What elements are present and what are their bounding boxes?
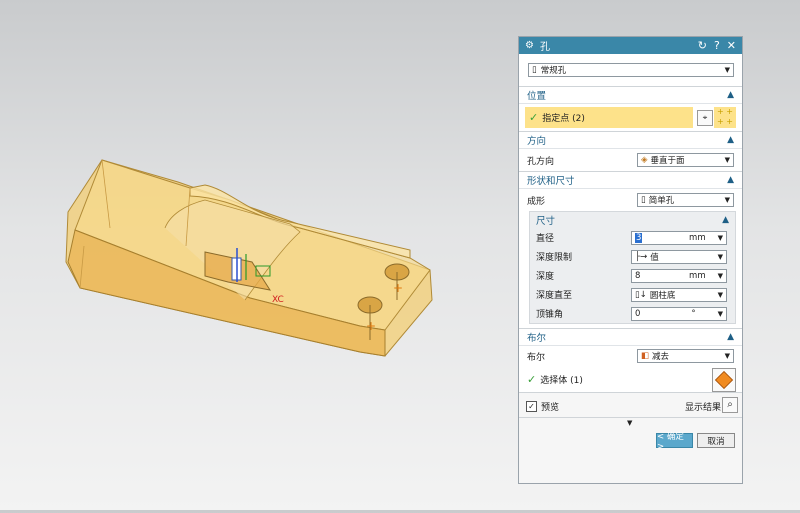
- gear-icon[interactable]: ⚙: [525, 40, 534, 51]
- cancel-button[interactable]: 取消: [697, 433, 735, 448]
- boolean-section: 布尔 ▲ 布尔 ◧ 减去 ▼ ✓ 选择体 (1): [519, 329, 742, 393]
- chevron-down-icon: ▼: [724, 156, 730, 164]
- position-header[interactable]: 位置 ▲: [519, 87, 742, 104]
- close-icon[interactable]: ✕: [727, 39, 736, 52]
- shape-section: 形状和尺寸 ▲ 成形 ▯ 简单孔 ▼ 尺寸 ▲ 直径 3 mm ▼ 深度限制 ├…: [519, 172, 742, 329]
- depth-limit-select[interactable]: ├→ 值 ▼: [631, 250, 727, 264]
- point-dialog-icon[interactable]: ⌖: [697, 110, 713, 126]
- svg-text:+: +: [393, 281, 403, 295]
- help-icon[interactable]: ?: [714, 39, 720, 52]
- subtract-icon: ◧: [641, 351, 650, 361]
- part-model[interactable]: + + XC: [0, 0, 518, 510]
- dialog-title: 孔: [539, 42, 550, 53]
- direction-header[interactable]: 方向 ▲: [519, 132, 742, 149]
- hole-type-icon: ▯: [532, 65, 537, 75]
- preview-checkbox[interactable]: ✓: [526, 401, 537, 412]
- cylinder-bottom-icon: ▯↓: [635, 290, 647, 300]
- check-icon: ✓: [527, 372, 537, 386]
- collapse-icon[interactable]: ▲: [727, 332, 734, 342]
- boolean-header[interactable]: 布尔 ▲: [519, 329, 742, 346]
- check-icon: ✓: [529, 111, 539, 124]
- chevron-down-icon[interactable]: ▼: [718, 234, 723, 242]
- chevron-down-icon: ▼: [724, 352, 730, 360]
- hole-type-select[interactable]: ▯ 常规孔 ▼: [528, 63, 734, 77]
- collapse-icon[interactable]: ▲: [727, 90, 734, 100]
- diameter-input[interactable]: 3 mm ▼: [631, 231, 727, 245]
- collapse-icon[interactable]: ▲: [722, 215, 729, 225]
- select-body-label[interactable]: 选择体 (1): [540, 373, 734, 386]
- hole-direction-select[interactable]: ◈ 垂直于面 ▼: [637, 153, 734, 167]
- dialog-titlebar: ⚙ 孔 ↻ ? ✕: [519, 37, 742, 54]
- depth-to-select[interactable]: ▯↓ 圆柱底 ▼: [631, 288, 727, 302]
- dimensions-subsection: 尺寸 ▲ 直径 3 mm ▼ 深度限制 ├→ 值 ▼ 深度 8 mm ▼ 深度直…: [529, 211, 736, 324]
- form-select[interactable]: ▯ 简单孔 ▼: [637, 193, 734, 207]
- chevron-down-icon: ▼: [724, 196, 730, 204]
- depth-input[interactable]: 8 mm ▼: [631, 269, 727, 283]
- svg-text:+: +: [366, 319, 376, 333]
- axis-xc-label: XC: [272, 295, 284, 305]
- tip-angle-input[interactable]: 0 ° ▼: [631, 307, 727, 321]
- chevron-down-icon: ▼: [724, 66, 730, 74]
- shape-header[interactable]: 形状和尺寸 ▲: [519, 172, 742, 189]
- specify-point-row[interactable]: ✓ 指定点 (2): [525, 107, 693, 128]
- face-normal-icon: ◈: [641, 155, 648, 165]
- hole-dialog: ⚙ 孔 ↻ ? ✕ ▯ 常规孔 ▼ 位置 ▲ ✓ 指定点 (2) ⌖ + + + …: [518, 36, 743, 484]
- reset-icon[interactable]: ↻: [698, 39, 707, 52]
- boolean-select[interactable]: ◧ 减去 ▼: [637, 349, 734, 363]
- magnifier-icon: ⌕: [727, 399, 733, 410]
- chevron-down-icon: ▼: [717, 291, 723, 299]
- collapse-icon[interactable]: ▲: [727, 175, 734, 185]
- point-inferred-icon[interactable]: + + + +: [714, 107, 736, 128]
- position-section: 位置 ▲ ✓ 指定点 (2) ⌖ + + + +: [519, 87, 742, 132]
- more-options-icon[interactable]: ▼: [627, 419, 632, 427]
- collapse-icon[interactable]: ▲: [727, 135, 734, 145]
- chevron-down-icon: ▼: [717, 253, 723, 261]
- ok-button[interactable]: < 确定 >: [656, 432, 693, 452]
- solid-body-icon: [714, 370, 734, 390]
- select-body-button[interactable]: [712, 368, 736, 392]
- show-result-label: 显示结果: [685, 403, 722, 413]
- value-limit-icon: ├→: [635, 252, 648, 262]
- show-result-button[interactable]: ⌕: [722, 397, 738, 413]
- simple-hole-icon: ▯: [641, 195, 646, 205]
- chevron-down-icon[interactable]: ▼: [718, 272, 723, 280]
- graphics-viewport[interactable]: + + XC: [0, 0, 518, 510]
- dimensions-header[interactable]: 尺寸 ▲: [530, 212, 735, 228]
- chevron-down-icon[interactable]: ▼: [718, 310, 723, 318]
- preview-row: ✓ 预览: [526, 400, 559, 413]
- direction-section: 方向 ▲ 孔方向 ◈ 垂直于面 ▼: [519, 132, 742, 172]
